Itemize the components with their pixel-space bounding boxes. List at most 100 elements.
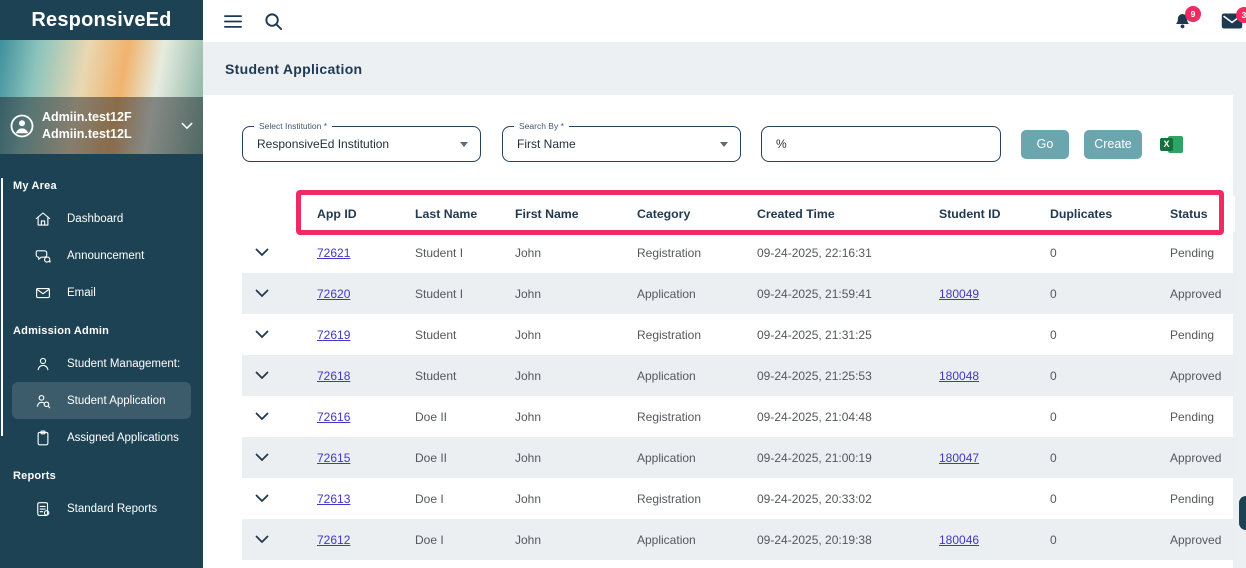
filter-bar: Select Institution * ResponsiveEd Instit… bbox=[242, 126, 1233, 162]
chat-icon bbox=[34, 247, 52, 265]
app-id-link[interactable]: 72618 bbox=[317, 369, 350, 383]
app-id-link[interactable]: 72620 bbox=[317, 287, 350, 301]
table-row: 72621 Student I John Registration 09-24-… bbox=[242, 232, 1235, 273]
app-id-link[interactable]: 72615 bbox=[317, 451, 350, 465]
app-id-link[interactable]: 72612 bbox=[317, 533, 350, 547]
cell-category: Registration bbox=[637, 492, 757, 506]
cell-first-name: John bbox=[515, 287, 637, 301]
student-id-link[interactable]: 180047 bbox=[939, 451, 979, 465]
user-profile[interactable]: Admiin.test12F Admiin.test12L bbox=[0, 97, 203, 154]
app-id-link[interactable]: 72616 bbox=[317, 410, 350, 424]
sidebar-nav: My AreaDashboardAnnouncementEmailAdmissi… bbox=[0, 154, 203, 527]
cell-last-name: Doe II bbox=[415, 410, 515, 424]
app-id-link[interactable]: 72613 bbox=[317, 492, 350, 506]
sidebar-item-announcement[interactable]: Announcement bbox=[12, 237, 191, 274]
sidebar-item-standard-reports[interactable]: Standard Reports bbox=[12, 490, 191, 527]
mail-icon[interactable]: 3 bbox=[1221, 13, 1243, 29]
sidebar-item-label: Dashboard bbox=[67, 213, 123, 225]
cell-category: Application bbox=[637, 287, 757, 301]
row-expand-button[interactable] bbox=[242, 494, 317, 503]
institution-select-label: Select Institution * bbox=[254, 121, 332, 131]
hamburger-menu-icon[interactable] bbox=[224, 14, 242, 29]
cell-first-name: John bbox=[515, 533, 637, 547]
app-window: ResponsiveEd Admiin.test12F Admiin.test1… bbox=[0, 0, 1246, 568]
cell-status: Pending bbox=[1170, 492, 1235, 506]
row-expand-button[interactable] bbox=[242, 330, 317, 339]
institution-select-value: ResponsiveEd Institution bbox=[257, 137, 389, 151]
create-button[interactable]: Create bbox=[1084, 130, 1142, 159]
cell-last-name: Student bbox=[415, 369, 515, 383]
cell-last-name: Student I bbox=[415, 287, 515, 301]
user-name: Admiin.test12F Admiin.test12L bbox=[42, 109, 132, 142]
cell-last-name: Doe II bbox=[415, 451, 515, 465]
student-id-link[interactable]: 180046 bbox=[939, 533, 979, 547]
cell-category: Application bbox=[637, 451, 757, 465]
search-text-input[interactable] bbox=[761, 126, 1001, 162]
sidebar-item-label: Email bbox=[67, 287, 96, 299]
table-row: 72616 Doe II John Registration 09-24-202… bbox=[242, 396, 1235, 437]
app-id-link[interactable]: 72621 bbox=[317, 246, 350, 260]
title-row: Student Application bbox=[203, 42, 1246, 95]
table-row: 72613 Doe I John Registration 09-24-2025… bbox=[242, 478, 1235, 519]
topbar: 9 3 bbox=[203, 0, 1246, 42]
envelope-icon bbox=[34, 284, 52, 302]
cell-first-name: John bbox=[515, 410, 637, 424]
table-row: 72619 Student John Registration 09-24-20… bbox=[242, 314, 1235, 355]
chevron-down-icon[interactable] bbox=[181, 122, 193, 130]
cell-created-time: 09-24-2025, 20:19:38 bbox=[757, 533, 939, 547]
sidebar-item-label: Standard Reports bbox=[67, 503, 157, 515]
content-card: Select Institution * ResponsiveEd Instit… bbox=[203, 95, 1233, 568]
search-by-select-value: First Name bbox=[517, 137, 576, 151]
nav-section-reports: Reports bbox=[0, 456, 203, 490]
sidebar-item-dashboard[interactable]: Dashboard bbox=[12, 200, 191, 237]
go-button[interactable]: Go bbox=[1021, 130, 1069, 159]
student-id-link[interactable]: 180049 bbox=[939, 287, 979, 301]
sidebar-item-label: Student Management: bbox=[67, 358, 180, 370]
search-icon[interactable] bbox=[264, 12, 283, 31]
excel-export-icon[interactable]: X bbox=[1160, 134, 1183, 155]
cell-first-name: John bbox=[515, 492, 637, 506]
search-by-select-label: Search By * bbox=[514, 121, 569, 131]
row-expand-button[interactable] bbox=[242, 412, 317, 421]
row-expand-button[interactable] bbox=[242, 371, 317, 380]
sidebar-item-assigned-applications[interactable]: Assigned Applications bbox=[12, 419, 191, 456]
dropdown-arrow-icon bbox=[720, 142, 728, 147]
cell-status: Pending bbox=[1170, 410, 1235, 424]
cell-duplicates: 0 bbox=[1050, 246, 1170, 260]
cell-status: Pending bbox=[1170, 246, 1235, 260]
institution-select[interactable]: Select Institution * ResponsiveEd Instit… bbox=[242, 126, 481, 162]
notification-bell-icon[interactable]: 9 bbox=[1173, 12, 1192, 31]
row-expand-button[interactable] bbox=[242, 289, 317, 298]
cell-last-name: Doe I bbox=[415, 492, 515, 506]
column-header-status: Status bbox=[1170, 207, 1235, 221]
floating-button-partial[interactable] bbox=[1239, 496, 1246, 530]
cell-created-time: 09-24-2025, 21:25:53 bbox=[757, 369, 939, 383]
cell-status: Approved bbox=[1170, 369, 1235, 383]
row-expand-button[interactable] bbox=[242, 453, 317, 462]
table-header-row: App IDLast NameFirst NameCategoryCreated… bbox=[242, 196, 1235, 232]
cell-duplicates: 0 bbox=[1050, 328, 1170, 342]
table-row: 72615 Doe II John Application 09-24-2025… bbox=[242, 437, 1235, 478]
app-logo: ResponsiveEd bbox=[0, 0, 203, 40]
page-title: Student Application bbox=[225, 61, 362, 77]
main-area: 9 3 Student Application Select Instituti… bbox=[203, 0, 1246, 568]
column-header-app-id: App ID bbox=[317, 207, 415, 221]
sidebar-item-email[interactable]: Email bbox=[12, 274, 191, 311]
row-expand-button[interactable] bbox=[242, 535, 317, 544]
sidebar-item-student-application[interactable]: Student Application bbox=[12, 382, 191, 419]
cell-created-time: 09-24-2025, 21:59:41 bbox=[757, 287, 939, 301]
table-row: 72620 Student I John Application 09-24-2… bbox=[242, 273, 1235, 314]
cell-duplicates: 0 bbox=[1050, 451, 1170, 465]
cell-first-name: John bbox=[515, 246, 637, 260]
app-id-link[interactable]: 72619 bbox=[317, 328, 350, 342]
table-body: 72621 Student I John Registration 09-24-… bbox=[242, 232, 1235, 560]
search-by-select[interactable]: Search By * First Name bbox=[502, 126, 741, 162]
cell-created-time: 09-24-2025, 21:04:48 bbox=[757, 410, 939, 424]
sidebar-item-student-management[interactable]: Student Management: bbox=[12, 345, 191, 382]
dropdown-arrow-icon bbox=[460, 142, 468, 147]
student-id-link[interactable]: 180048 bbox=[939, 369, 979, 383]
cell-duplicates: 0 bbox=[1050, 410, 1170, 424]
row-expand-button[interactable] bbox=[242, 248, 317, 257]
sidebar-banner-image: Admiin.test12F Admiin.test12L bbox=[0, 40, 203, 154]
column-header-first-name: First Name bbox=[515, 207, 637, 221]
